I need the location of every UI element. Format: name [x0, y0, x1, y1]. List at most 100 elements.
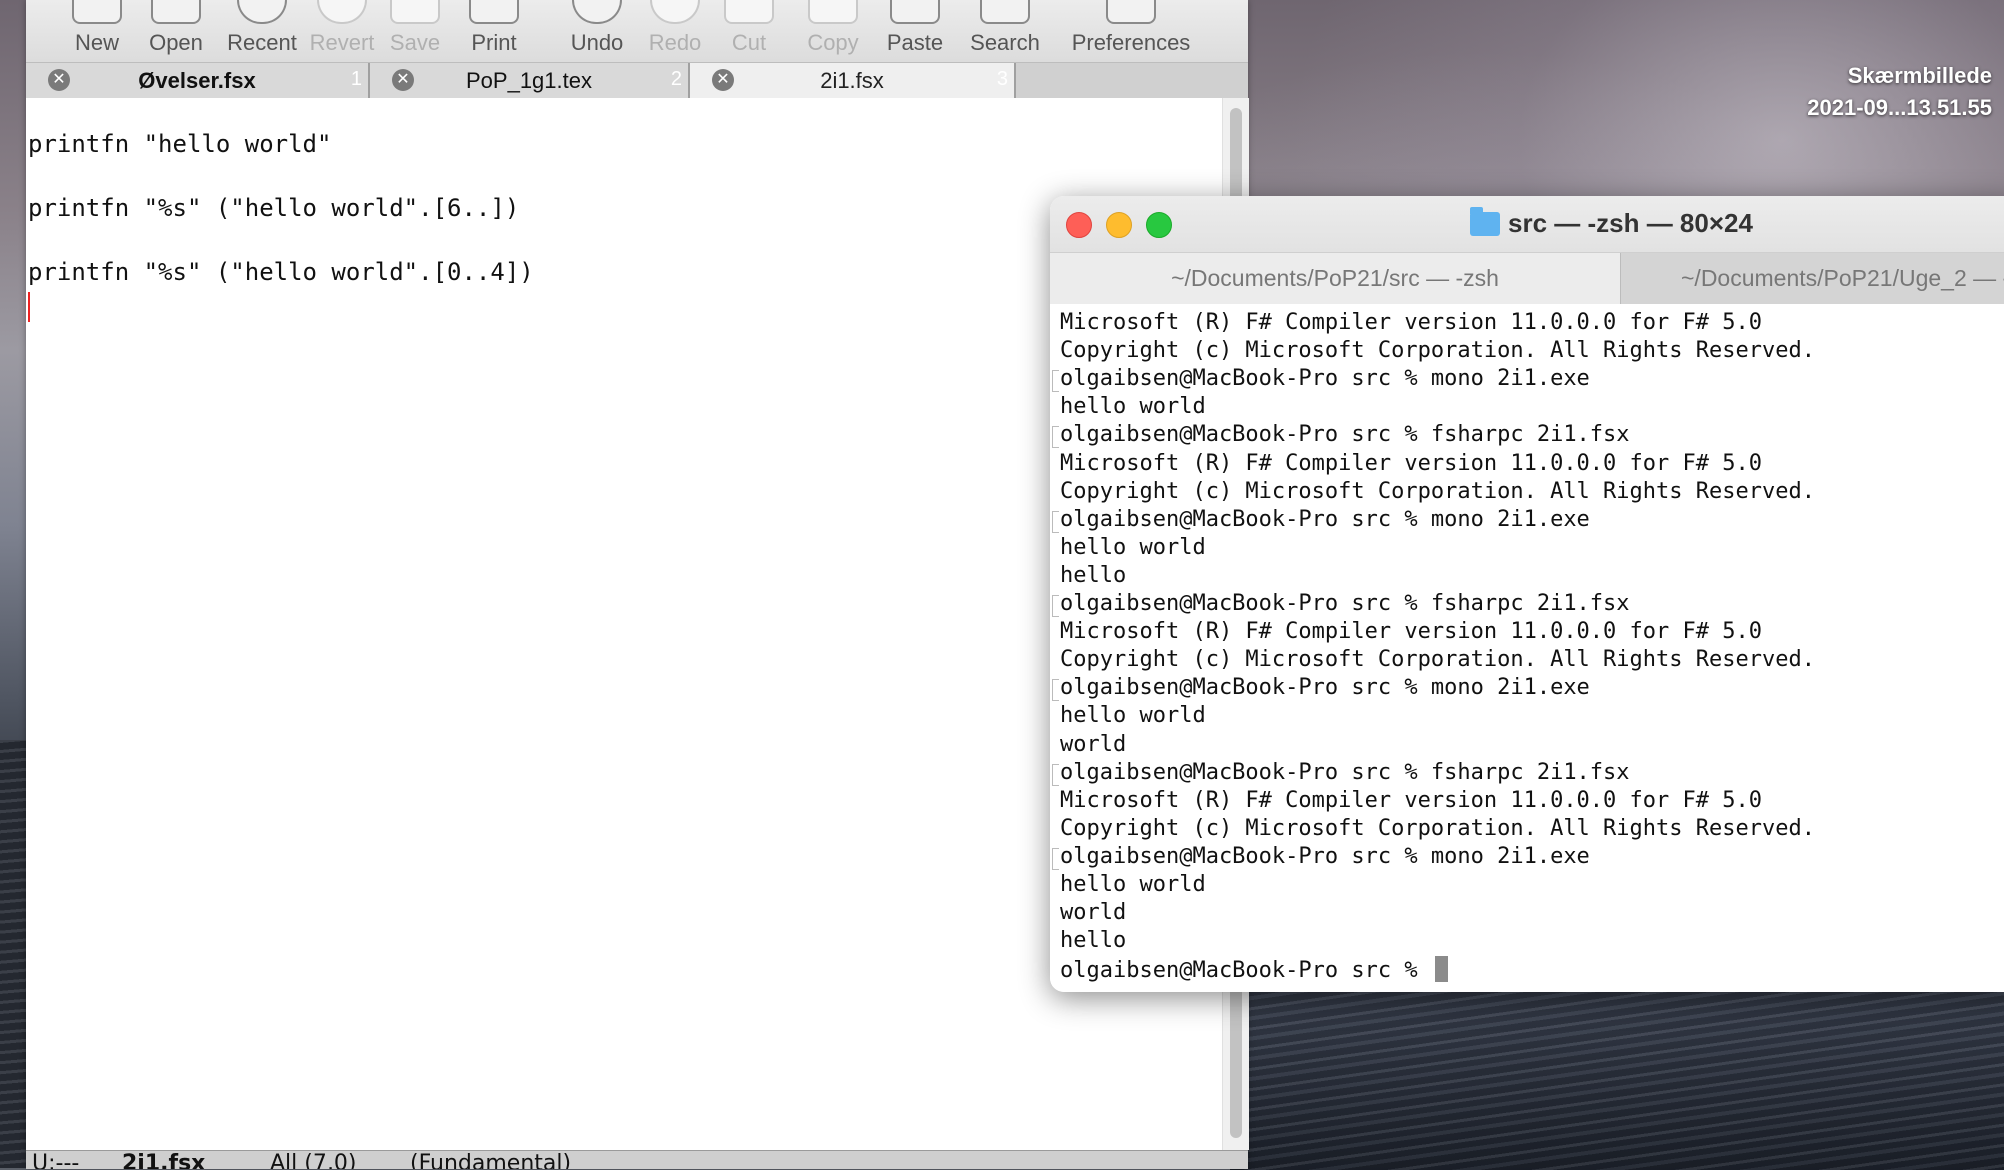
emacs-toolbar: New Open Recent Revert Save Print Undo Redo Cut C… — [26, 0, 1248, 62]
tab-pop-1g1[interactable]: ✕ PoP_1g1.tex 2 — [370, 63, 690, 99]
terminal-titlebar[interactable]: src — -zsh — 80×24 — [1050, 196, 2004, 252]
paste-icon — [890, 0, 940, 24]
tab-2i1[interactable]: ✕ 2i1.fsx 3 — [690, 63, 1016, 99]
terminal-line-text: Copyright (c) Microsoft Corporation. All… — [1060, 478, 1815, 504]
terminal-output-line: hello — [1060, 928, 1126, 956]
redo-icon — [650, 0, 700, 24]
minimize-window-button[interactable] — [1106, 212, 1132, 238]
terminal-output-line: Microsoft (R) F# Compiler version 11.0.0… — [1060, 619, 1762, 647]
open-folder-icon — [151, 0, 201, 24]
toolbar-print-button[interactable]: Print — [458, 0, 530, 62]
editor-buffer[interactable]: printfn "hello world" printfn "%s" ("hel… — [26, 98, 1222, 1150]
terminal-line-text: Microsoft (R) F# Compiler version 11.0.0… — [1060, 310, 1762, 335]
text-cursor — [28, 292, 30, 322]
terminal-output-line: Copyright (c) Microsoft Corporation. All… — [1060, 338, 1815, 366]
tab-label: PoP_1g1.tex — [466, 68, 592, 93]
cut-icon — [724, 0, 774, 24]
terminal-line-text: Copyright (c) Microsoft Corporation. All… — [1060, 647, 1815, 673]
terminal-output-line: Copyright (c) Microsoft Corporation. All… — [1060, 647, 1815, 675]
terminal-output-line: world — [1060, 732, 1126, 760]
toolbar-undo-button[interactable]: Undo — [558, 0, 636, 62]
close-window-button[interactable] — [1066, 212, 1092, 238]
terminal-prompt-text: olgaibsen@MacBook-Pro src % — [1060, 958, 1431, 984]
terminal-line-text: Microsoft (R) F# Compiler version 11.0.0… — [1060, 619, 1762, 645]
terminal-line-text: hello world — [1060, 703, 1206, 729]
toolbar-copy-button[interactable]: Copy — [796, 0, 870, 62]
toolbar-button-label: Redo — [648, 30, 702, 55]
terminal-line-text: olgaibsen@MacBook-Pro src % fsharpc 2i1.… — [1060, 759, 1630, 785]
terminal-prompt-line: olgaibsen@MacBook-Pro src % fsharpc 2i1.… — [1052, 422, 1630, 450]
prompt-mark — [1052, 426, 1059, 449]
terminal-line-text: olgaibsen@MacBook-Pro src % fsharpc 2i1.… — [1060, 422, 1630, 448]
terminal-prompt-line: olgaibsen@MacBook-Pro src % mono 2i1.exe — [1052, 366, 1590, 394]
prompt-mark — [1052, 679, 1059, 702]
terminal-line-text: olgaibsen@MacBook-Pro src % mono 2i1.exe — [1060, 675, 1590, 701]
zoom-window-button[interactable] — [1146, 212, 1172, 238]
terminal-output-line: hello world — [1060, 703, 1206, 731]
terminal-title: src — -zsh — 80×24 — [1508, 208, 1753, 238]
toolbar-button-label: Search — [970, 30, 1040, 55]
terminal-line-text: Microsoft (R) F# Compiler version 11.0.0… — [1060, 450, 1762, 476]
code-line: printfn "%s" ("hello world".[6..]) — [28, 194, 520, 222]
terminal-line-text: Copyright (c) Microsoft Corporation. All… — [1060, 338, 1815, 364]
desktop-file-label-line1: Skærmbillede — [1847, 63, 1992, 88]
prompt-mark — [1052, 595, 1059, 617]
terminal-prompt-line: olgaibsen@MacBook-Pro src % mono 2i1.exe — [1052, 675, 1590, 703]
copy-icon — [808, 0, 858, 24]
toolbar-button-label: Print — [471, 30, 517, 55]
terminal-prompt-line: olgaibsen@MacBook-Pro src % fsharpc 2i1.… — [1052, 759, 1630, 788]
terminal-prompt-line: olgaibsen@MacBook-Pro src % fsharpc 2i1.… — [1052, 591, 1630, 619]
terminal-current-prompt[interactable]: olgaibsen@MacBook-Pro src % — [1060, 956, 1448, 984]
terminal-output-line: hello world — [1060, 394, 1206, 422]
modeline-major-mode: (Fundamental) — [410, 1151, 572, 1169]
terminal-line-text: Copyright (c) Microsoft Corporation. All… — [1060, 815, 1815, 841]
toolbar-redo-button[interactable]: Redo — [638, 0, 712, 62]
terminal-output-line: Microsoft (R) F# Compiler version 11.0.0… — [1060, 310, 1762, 338]
terminal-output-line: hello world — [1060, 535, 1206, 563]
desktop-sea-left — [0, 740, 26, 1168]
terminal-line-text: hello — [1060, 928, 1127, 954]
toolbar-button-label: Revert — [309, 30, 375, 55]
toolbar-button-label: Copy — [807, 30, 859, 55]
toolbar-preferences-button[interactable]: Preferences — [1058, 0, 1204, 62]
terminal-window: src — -zsh — 80×24 ~/Documents/PoP21/src… — [1050, 196, 2004, 992]
modeline-status: U:--- — [32, 1151, 80, 1169]
toolbar-button-label: Cut — [731, 30, 767, 55]
folder-icon — [1470, 207, 1500, 236]
terminal-output[interactable]: Microsoft (R) F# Compiler version 11.0.0… — [1050, 304, 2004, 992]
toolbar-paste-button[interactable]: Paste — [876, 0, 954, 62]
terminal-output-line: Microsoft (R) F# Compiler version 11.0.0… — [1060, 451, 1762, 479]
terminal-line-text: hello world — [1060, 394, 1206, 420]
toolbar-recent-button[interactable]: Recent — [216, 0, 308, 62]
modeline-position: All (7,0) — [270, 1151, 357, 1169]
tab-ovelser[interactable]: ✕ Øvelser.fsx 1 — [26, 63, 370, 99]
terminal-output-line: Microsoft (R) F# Compiler version 11.0.0… — [1060, 788, 1762, 816]
print-icon — [469, 0, 519, 24]
terminal-line-text: olgaibsen@MacBook-Pro src % fsharpc 2i1.… — [1060, 591, 1630, 616]
toolbar-search-button[interactable]: Search — [958, 0, 1052, 62]
terminal-output-line: hello — [1060, 563, 1126, 591]
terminal-line-text: world — [1060, 900, 1127, 926]
terminal-tab-bar: ~/Documents/PoP21/src — -zsh ~/Documents… — [1050, 252, 2004, 306]
toolbar-button-label: Paste — [886, 30, 944, 55]
terminal-line-text: hello — [1060, 562, 1127, 588]
prompt-mark — [1052, 763, 1059, 786]
terminal-tab-src[interactable]: ~/Documents/PoP21/src — -zsh — [1050, 253, 1620, 305]
modeline-buffer-name: 2i1.fsx — [122, 1151, 206, 1169]
toolbar-cut-button[interactable]: Cut — [718, 0, 780, 62]
revert-icon — [317, 0, 367, 24]
terminal-line-text: hello world — [1060, 534, 1206, 560]
terminal-line-text: olgaibsen@MacBook-Pro src % mono 2i1.exe — [1060, 843, 1590, 869]
toolbar-new-button[interactable]: New — [60, 0, 134, 62]
terminal-output-line: world — [1060, 900, 1126, 928]
toolbar-revert-button[interactable]: Revert — [298, 0, 386, 62]
terminal-tab-uge2[interactable]: ~/Documents/PoP21/Uge_2 — -zsh — [1620, 253, 2004, 305]
toolbar-save-button[interactable]: Save — [378, 0, 452, 62]
terminal-output-line: Copyright (c) Microsoft Corporation. All… — [1060, 816, 1815, 844]
desktop-file-label-line2: 2021-09...13.51.55 — [1807, 95, 1992, 120]
prompt-mark — [1052, 370, 1059, 393]
toolbar-open-button[interactable]: Open — [138, 0, 214, 62]
emacs-tab-bar: ✕ Øvelser.fsx 1 ✕ PoP_1g1.tex 2 ✕ 2i1.fs… — [26, 62, 1248, 100]
desktop-screenshot-file[interactable]: Skærmbillede 2021-09...13.51.55 — [1732, 60, 1992, 124]
terminal-line-text: world — [1060, 731, 1127, 757]
